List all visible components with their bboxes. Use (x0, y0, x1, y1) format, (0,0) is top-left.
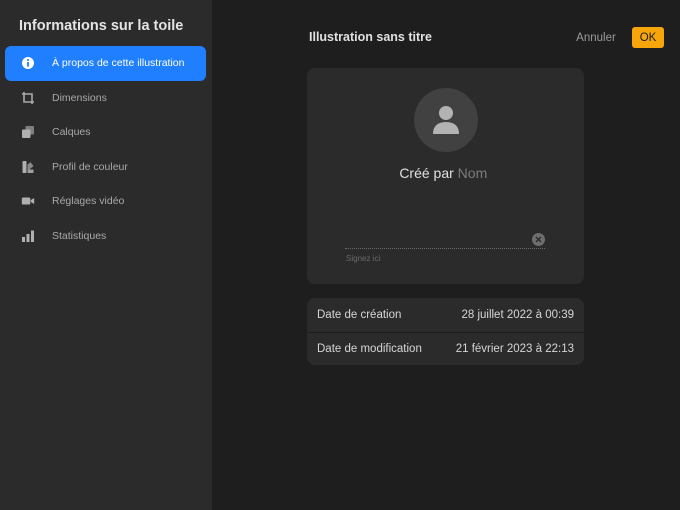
bar-chart-icon (21, 229, 35, 243)
sidebar-item-video-settings[interactable]: Réglages vidéo (5, 184, 206, 219)
sidebar-menu: À propos de cette illustration Dimension… (5, 46, 206, 253)
signature-placeholder: Signez ici (346, 254, 381, 263)
crop-icon (21, 91, 35, 105)
clear-signature-button[interactable] (532, 233, 545, 246)
sidebar-item-dimensions[interactable]: Dimensions (5, 81, 206, 116)
info-icon (21, 56, 35, 70)
page-title: Illustration sans titre (309, 30, 432, 44)
color-profile-icon (21, 160, 35, 174)
sidebar-item-color-profile[interactable]: Profil de couleur (5, 150, 206, 185)
dates-panel: Date de création 28 juillet 2022 à 00:39… (307, 298, 584, 365)
sidebar-item-layers[interactable]: Calques (5, 115, 206, 150)
video-camera-icon (21, 194, 35, 208)
sidebar-item-label: Réglages vidéo (52, 195, 125, 208)
created-by-label: Créé par (399, 165, 454, 181)
sidebar-item-label: Dimensions (52, 91, 107, 104)
author-card: Créé par Signez ici (307, 68, 584, 284)
sidebar-item-about[interactable]: À propos de cette illustration (5, 46, 206, 81)
creation-date-row: Date de création 28 juillet 2022 à 00:39 (307, 298, 584, 332)
author-name-input[interactable] (457, 165, 492, 181)
sidebar: Informations sur la toile À propos de ce… (0, 0, 212, 510)
sidebar-item-label: Profil de couleur (52, 160, 128, 173)
date-label: Date de modification (317, 342, 422, 355)
sidebar-item-label: Calques (52, 126, 91, 139)
date-value: 28 juillet 2022 à 00:39 (461, 308, 574, 321)
avatar[interactable] (414, 88, 478, 152)
person-icon (433, 106, 459, 134)
sidebar-item-label: À propos de cette illustration (52, 57, 185, 70)
ok-button[interactable]: OK (632, 27, 664, 48)
cancel-button[interactable]: Annuler (568, 27, 624, 48)
created-by-line: Créé par (307, 165, 584, 181)
sidebar-item-label: Statistiques (52, 229, 107, 242)
sidebar-item-statistics[interactable]: Statistiques (5, 219, 206, 254)
signature-field[interactable] (345, 248, 545, 249)
modification-date-row: Date de modification 21 février 2023 à 2… (307, 331, 584, 366)
close-icon (535, 236, 542, 243)
date-value: 21 février 2023 à 22:13 (455, 342, 574, 355)
date-label: Date de création (317, 308, 402, 321)
sidebar-title: Informations sur la toile (19, 18, 184, 34)
layers-icon (21, 125, 35, 139)
